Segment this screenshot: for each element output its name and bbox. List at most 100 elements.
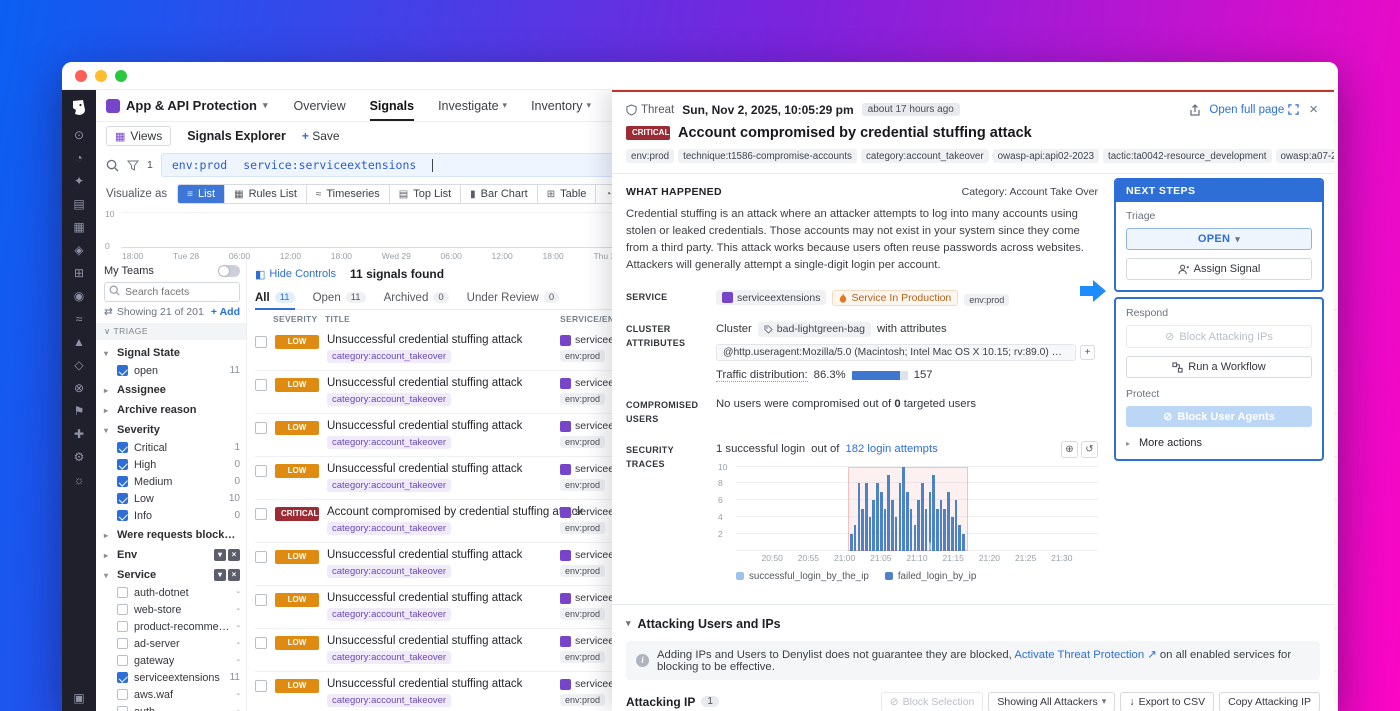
env-tag[interactable]: env:prod (560, 694, 605, 706)
apm-icon[interactable]: ◉ (74, 290, 84, 302)
attacking-section-header[interactable]: ▾ Attacking Users and IPs (626, 617, 1320, 631)
visualize-option-bar-chart[interactable]: ▮Bar Chart (461, 185, 538, 203)
favorites-icon[interactable]: ✦ (74, 175, 84, 187)
copy-attacking-ip-button[interactable]: Copy Attacking IP (1219, 692, 1320, 711)
add-attribute-button[interactable]: + (1080, 345, 1095, 360)
nav-tab-inventory[interactable]: Inventory▾ (531, 90, 591, 121)
infrastructure-icon[interactable]: ▤ (73, 198, 84, 210)
search-icon[interactable]: ⊙ (74, 129, 84, 141)
env-tag[interactable]: env:prod (560, 393, 605, 405)
datadog-logo-icon[interactable] (68, 97, 90, 119)
signal-tag[interactable]: owasp:a07-2021 (1276, 149, 1335, 163)
visualize-option-rules-list[interactable]: ▦Rules List (225, 185, 307, 203)
row-checkbox[interactable] (255, 637, 267, 649)
checkbox-icon[interactable] (117, 587, 128, 598)
close-window-button[interactable] (75, 70, 87, 82)
more-actions-link[interactable]: ▸ More actions (1126, 437, 1312, 449)
traces-plot[interactable]: 246810 (736, 467, 1098, 551)
query-token[interactable]: service:serviceextensions (243, 158, 416, 172)
synthetics-icon[interactable]: ◇ (74, 359, 83, 371)
watchdog-icon[interactable]: ◔ (75, 152, 82, 164)
row-checkbox[interactable] (255, 465, 267, 477)
errors-icon[interactable]: ⊗ (74, 382, 84, 394)
feature-flags-icon[interactable]: ⚑ (74, 405, 85, 417)
facet-group-severity[interactable]: ▾Severity (104, 419, 240, 439)
signal-tag[interactable]: technique:t1586-compromise-accounts (678, 149, 857, 163)
facet-group-assignee[interactable]: ▸Assignee (104, 379, 240, 399)
facet-item-web-store[interactable]: web-store- (104, 601, 240, 618)
facet-edit-icon[interactable]: ⇄ (104, 306, 113, 318)
env-tag[interactable]: env:prod (560, 479, 605, 491)
security-icon[interactable]: ▲ (73, 336, 85, 348)
checkbox-icon[interactable] (117, 604, 128, 615)
signal-tag[interactable]: tactic:ta0042-resource_development (1103, 149, 1271, 163)
category-tag[interactable]: category:account_takeover (327, 350, 451, 363)
legend-item-failed-login-by-ip[interactable]: failed_login_by_ip (885, 571, 976, 582)
facet-exclude-icon[interactable]: × (228, 549, 240, 561)
env-tag[interactable]: env:prod (560, 608, 605, 620)
triage-status-dropdown[interactable]: OPEN ▾ (1126, 228, 1312, 250)
close-icon[interactable]: × (1307, 101, 1320, 118)
block-attacking-ips-button[interactable]: ⊘ Block Attacking IPs (1126, 325, 1312, 348)
facet-item-auth-dotnet[interactable]: auth-dotnet- (104, 584, 240, 601)
checkbox-checked-icon[interactable] (117, 672, 128, 683)
facet-band-triage[interactable]: ∨ TRIAGE (96, 323, 246, 340)
visualize-option-table[interactable]: ⊞Table (538, 185, 597, 203)
row-checkbox[interactable] (255, 680, 267, 692)
facet-search-input[interactable] (104, 282, 240, 302)
facet-item-critical[interactable]: Critical1 (104, 439, 240, 456)
checkbox-checked-icon[interactable] (117, 493, 128, 504)
category-tag[interactable]: category:account_takeover (327, 436, 451, 449)
facet-item-gateway[interactable]: gateway- (104, 652, 240, 669)
category-tag[interactable]: category:account_takeover (327, 651, 451, 664)
reset-zoom-icon[interactable]: ↺ (1081, 441, 1098, 458)
category-tag[interactable]: category:account_takeover (327, 393, 451, 406)
checkbox-icon[interactable] (117, 706, 128, 711)
checkbox-icon[interactable] (117, 689, 128, 700)
my-teams-toggle[interactable] (218, 265, 240, 277)
monitors-icon[interactable]: ◈ (74, 244, 83, 256)
assign-signal-button[interactable]: Assign Signal (1126, 258, 1312, 280)
checkbox-checked-icon[interactable] (117, 365, 128, 376)
login-attempts-link[interactable]: 182 login attempts (845, 443, 937, 455)
signal-tag[interactable]: category:account_takeover (861, 149, 989, 163)
facet-group-service[interactable]: ▾Service▾× (104, 564, 240, 584)
activate-threat-protection-link[interactable]: Activate Threat Protection ↗ (1014, 649, 1156, 661)
facet-item-auth[interactable]: auth- (104, 703, 240, 711)
run-workflow-button[interactable]: Run a Workflow (1126, 356, 1312, 378)
checkbox-checked-icon[interactable] (117, 510, 128, 521)
row-checkbox[interactable] (255, 594, 267, 606)
block-user-agents-button[interactable]: ⊘ Block User Agents (1126, 406, 1312, 427)
cluster-tag[interactable]: bad-lightgreen-bag (758, 322, 871, 337)
facet-item-serviceextensions[interactable]: serviceextensions11 (104, 669, 240, 686)
category-tag[interactable]: category:account_takeover (327, 608, 451, 621)
facet-item-high[interactable]: High0 (104, 456, 240, 473)
showing-all-attackers-dropdown[interactable]: Showing All Attackers▾ (988, 692, 1115, 711)
category-tag[interactable]: category:account_takeover (327, 694, 451, 707)
legend-item-successful-login-by-the-ip[interactable]: successful_login_by_the_ip (736, 571, 869, 582)
row-checkbox[interactable] (255, 336, 267, 348)
column-title[interactable]: TITLE (325, 314, 350, 324)
minimize-window-button[interactable] (95, 70, 107, 82)
facet-group-archive-reason[interactable]: ▸Archive reason (104, 399, 240, 419)
export-csv-button[interactable]: ↓Export to CSV (1120, 692, 1214, 711)
checkbox-icon[interactable] (117, 638, 128, 649)
env-tag[interactable]: env:prod (560, 522, 605, 534)
env-tag[interactable]: env:prod (560, 651, 605, 663)
row-checkbox[interactable] (255, 379, 267, 391)
filter-icon[interactable] (127, 159, 139, 171)
facet-item-open[interactable]: open11 (104, 362, 240, 379)
facet-group-env[interactable]: ▸Env▾× (104, 544, 240, 564)
facet-filter-icon[interactable]: ▾ (214, 569, 226, 581)
signals-tab-open[interactable]: Open11 (313, 286, 366, 309)
signal-tag[interactable]: owasp-api:api02-2023 (993, 149, 1099, 163)
row-checkbox[interactable] (255, 422, 267, 434)
service-in-production-badge[interactable]: Service In Production (832, 290, 958, 306)
nav-tab-signals[interactable]: Signals (370, 90, 414, 121)
dashboards-icon[interactable]: ▦ (73, 221, 84, 233)
share-icon[interactable] (1189, 104, 1201, 116)
integrations-icon[interactable]: ⊞ (74, 267, 84, 279)
facet-item-low[interactable]: Low10 (104, 490, 240, 507)
org-switcher-icon[interactable]: ▣ (73, 691, 84, 705)
checkbox-checked-icon[interactable] (117, 442, 128, 453)
